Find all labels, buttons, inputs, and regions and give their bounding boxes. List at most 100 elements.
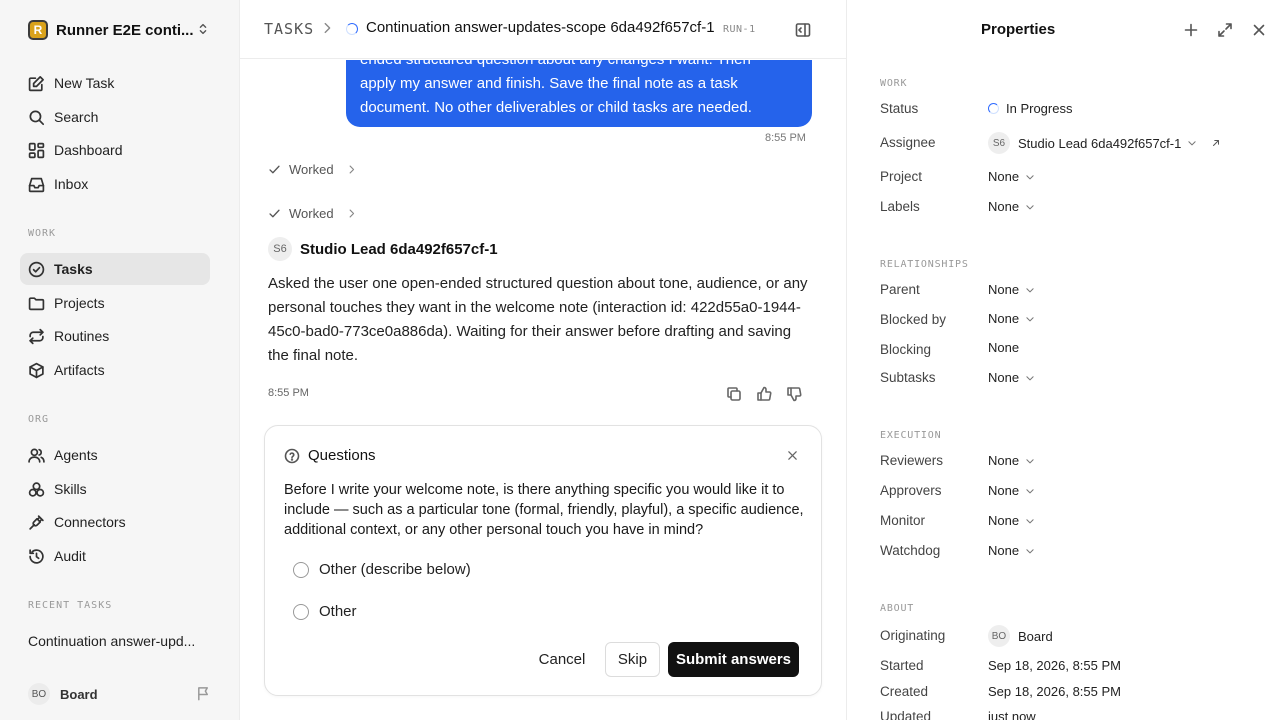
chevron-down-icon: [1026, 518, 1034, 523]
nav-artifacts[interactable]: Artifacts: [20, 354, 210, 386]
section-about-label: ABOUT: [880, 603, 915, 614]
nav-connectors[interactable]: Connectors: [20, 506, 210, 538]
project-text: None: [988, 169, 1020, 184]
thumbs-down-icon[interactable]: [786, 386, 802, 402]
watchdog-value[interactable]: None: [988, 543, 1035, 558]
user-message-line: document. No other deliverables or child…: [360, 99, 752, 116]
user-name: Board: [60, 686, 98, 702]
nav-routines[interactable]: Routines: [20, 320, 210, 352]
radio-button[interactable]: [293, 603, 309, 620]
thumbs-up-icon[interactable]: [756, 386, 772, 402]
labels-label: Labels: [880, 199, 920, 214]
submit-answers-button[interactable]: Submit answers: [668, 642, 799, 677]
monitor-label: Monitor: [880, 513, 926, 528]
monitor-value[interactable]: None: [988, 513, 1035, 528]
nav-search[interactable]: Search: [20, 101, 210, 133]
assignee-value[interactable]: S6 Studio Lead 6da492f657cf-1: [988, 132, 1221, 154]
section-recent-label: RECENT TASKS: [28, 600, 113, 611]
chevron-down-icon: [1026, 488, 1034, 493]
task-header: TASKS Continuation answer-updates-scope …: [240, 0, 846, 59]
edit-icon: [28, 75, 44, 91]
history-icon: [29, 548, 44, 564]
labels-value[interactable]: None: [988, 199, 1035, 214]
updated-value: just now: [988, 709, 1036, 720]
reviewers-label: Reviewers: [880, 453, 944, 468]
worked-toggle[interactable]: Worked: [268, 162, 365, 177]
section-org-label: ORG: [28, 414, 50, 425]
expand-icon[interactable]: [1217, 22, 1233, 38]
created-value: Sep 18, 2026, 8:55 PM: [988, 684, 1121, 699]
nav-tasks-label: Tasks: [54, 261, 93, 277]
status-value[interactable]: In Progress: [988, 101, 1072, 116]
nav-new-task-label: New Task: [54, 75, 115, 91]
option-other-describe[interactable]: Other (describe below): [293, 561, 471, 578]
inbox-icon: [28, 177, 45, 192]
chevron-down-icon: [1188, 141, 1196, 146]
copy-icon[interactable]: [726, 386, 742, 402]
nav-agents-label: Agents: [54, 447, 98, 463]
nav-agents[interactable]: Agents: [20, 439, 210, 471]
workspace-logo: R: [28, 20, 48, 40]
started-value: Sep 18, 2026, 8:55 PM: [988, 658, 1121, 673]
radio-button[interactable]: [293, 561, 309, 578]
plus-icon[interactable]: [1183, 22, 1199, 38]
dashboard-icon: [28, 142, 45, 158]
help-circle-icon: [284, 448, 300, 463]
loading-spinner-icon: [346, 23, 358, 35]
box-icon: [29, 362, 44, 378]
nav-new-task[interactable]: New Task: [20, 67, 210, 99]
in-progress-icon: [988, 103, 999, 114]
close-icon[interactable]: [1251, 22, 1267, 38]
recent-task-item[interactable]: Continuation answer-upd...: [28, 633, 195, 649]
repeat-icon: [29, 328, 44, 344]
section-relationships-label: RELATIONSHIPS: [880, 259, 969, 270]
questions-title: Questions: [308, 447, 376, 464]
monitor-text: None: [988, 513, 1020, 528]
user-message-line: apply my answer and finish. Save the fin…: [360, 75, 738, 92]
skip-button[interactable]: Skip: [605, 642, 660, 677]
check-icon: [269, 165, 280, 174]
page-title: Continuation answer-updates-scope 6da492…: [366, 19, 715, 36]
sidebar-panel-toggle-icon[interactable]: [795, 22, 811, 38]
assignee-label: Assignee: [880, 135, 936, 150]
blocked-by-value[interactable]: None: [988, 311, 1035, 326]
worked-toggle[interactable]: Worked: [268, 206, 365, 221]
subtasks-text: None: [988, 370, 1020, 385]
workspace-switcher[interactable]: R Runner E2E conti...: [28, 19, 214, 41]
nav-audit[interactable]: Audit: [20, 540, 210, 572]
avatar: BO: [28, 683, 50, 705]
reviewers-value[interactable]: None: [988, 453, 1035, 468]
breadcrumb-tasks[interactable]: TASKS: [264, 20, 314, 38]
external-link-icon[interactable]: [1211, 138, 1221, 148]
properties-panel: Properties WORK Status In Progress Assig…: [846, 0, 1280, 720]
check-icon: [269, 209, 280, 218]
status-label: Status: [880, 101, 919, 116]
sidebar: R Runner E2E conti... New Task Search Da…: [0, 0, 240, 720]
blocking-label: Blocking: [880, 342, 932, 357]
project-value[interactable]: None: [988, 169, 1035, 184]
nav-dashboard[interactable]: Dashboard: [20, 134, 210, 166]
nav-projects[interactable]: Projects: [20, 287, 210, 319]
chevron-down-icon: [1026, 287, 1034, 292]
user-menu[interactable]: BO Board: [28, 683, 98, 705]
status-text: In Progress: [1006, 101, 1073, 116]
assignee-name: Studio Lead 6da492f657cf-1: [1018, 135, 1182, 151]
nav-skills[interactable]: Skills: [20, 473, 210, 505]
parent-text: None: [988, 282, 1020, 297]
cancel-button[interactable]: Cancel: [527, 642, 597, 677]
flag-icon[interactable]: [196, 686, 211, 701]
subtasks-value[interactable]: None: [988, 370, 1035, 385]
blocking-value: None: [988, 340, 1020, 355]
close-icon[interactable]: [786, 449, 799, 462]
nav-artifacts-label: Artifacts: [54, 362, 105, 378]
nav-tasks[interactable]: Tasks: [20, 253, 210, 285]
chat-thread[interactable]: ended structured question about any chan…: [240, 60, 846, 720]
project-label: Project: [880, 169, 923, 184]
option-other[interactable]: Other: [293, 603, 357, 620]
option-label: Other: [319, 603, 357, 620]
nav-inbox[interactable]: Inbox: [20, 168, 210, 200]
approvers-value[interactable]: None: [988, 483, 1035, 498]
parent-value[interactable]: None: [988, 282, 1035, 297]
originating-value: BO Board: [988, 625, 1053, 647]
labels-text: None: [988, 199, 1020, 214]
